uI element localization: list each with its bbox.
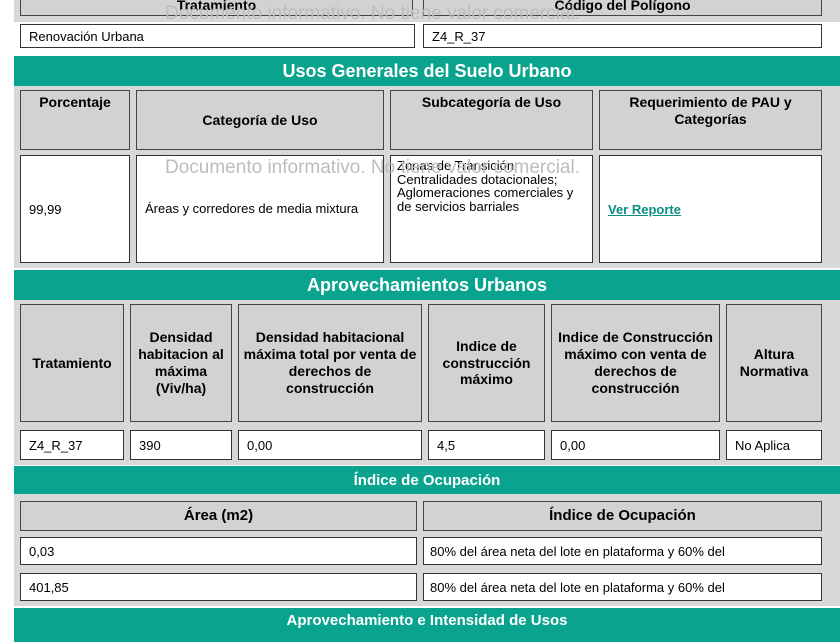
ocupacion-indice-value-2: 80% del área neta del lote en plataforma… [423, 573, 822, 601]
ocupacion-header-area: Área (m2) [20, 501, 417, 531]
aprov-header-densidad-total: Densidad habitacional máxima total por v… [238, 304, 422, 422]
ocupacion-indice-value-1: 80% del área neta del lote en plataforma… [423, 537, 822, 565]
aprov-altura-value: No Aplica [726, 430, 822, 460]
usos-categoria-value: Áreas y corredores de media mixtura [136, 155, 384, 263]
aprov-densidad-total-value: 0,00 [238, 430, 422, 460]
header-codigo-poligono: Código del Polígono [423, 0, 822, 16]
aprov-densidad-value: 390 [130, 430, 232, 460]
ver-reporte-link[interactable]: Ver Reporte [608, 202, 681, 217]
usos-porcentaje-value: 99,99 [20, 155, 130, 263]
aprov-header-densidad: Densidad habitacion al máxima (Viv/ha) [130, 304, 232, 422]
aprov-header-indice-construccion: Indice de construcción máximo [428, 304, 545, 422]
aprov-tratamiento-value: Z4_R_37 [20, 430, 124, 460]
aprov-header-tratamiento: Tratamiento [20, 304, 124, 422]
aprov-indice-venta-value: 0,00 [551, 430, 720, 460]
header-tratamiento: Tratamiento [20, 0, 413, 16]
usos-band-title: Usos Generales del Suelo Urbano [14, 56, 840, 86]
ocupacion-area-value-1: 0,03 [20, 537, 417, 565]
codigo-poligono-value: Z4_R_37 [423, 24, 822, 48]
usos-header-requerimiento: Requerimiento de PAU y Categorías [599, 90, 822, 150]
usos-header-subcategoria: Subcategoría de Uso [390, 90, 593, 150]
ocupacion-area-value-2: 401,85 [20, 573, 417, 601]
aprov-indice-construccion-value: 4,5 [428, 430, 545, 460]
intensidad-band-title: Aprovechamiento e Intensidad de Usos [14, 608, 840, 642]
tratamiento-value: Renovación Urbana [20, 24, 415, 48]
aprov-header-indice-venta: Indice de Construcción máximo con venta … [551, 304, 720, 422]
aprov-header-altura: Altura Normativa [726, 304, 822, 422]
ocupacion-band-title: Índice de Ocupación [14, 466, 840, 494]
aprovechamientos-band-title: Aprovechamientos Urbanos [14, 270, 840, 300]
usos-header-porcentaje: Porcentaje [20, 90, 130, 150]
usos-header-categoria: Categoría de Uso [136, 90, 384, 150]
usos-requerimiento-cell: Ver Reporte [599, 155, 822, 263]
ocupacion-header-indice: Índice de Ocupación [423, 501, 822, 531]
usos-subcategoria-value: Zonas de Transición; Centralidades dotac… [390, 155, 593, 263]
